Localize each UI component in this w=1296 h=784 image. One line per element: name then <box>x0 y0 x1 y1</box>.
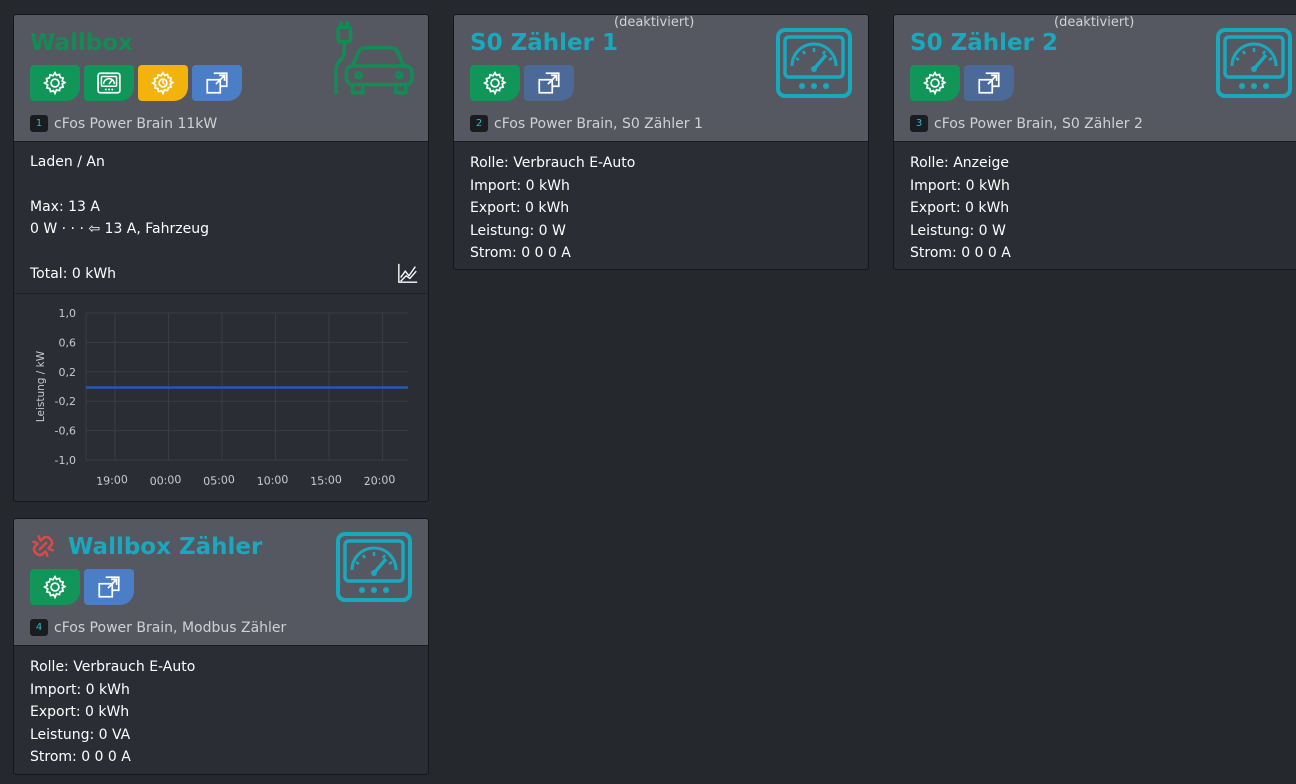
wallbox-card-header: Wallbox 1 cFos Power Brain 11kW <box>14 15 428 142</box>
ev-car-plug-icon <box>334 21 414 95</box>
device-info: 2 cFos Power Brain, S0 Zähler 1 <box>470 115 703 132</box>
y-tick-label: -0,2 <box>55 395 76 408</box>
device-name: cFos Power Brain, S0 Zähler 2 <box>934 115 1143 132</box>
popout-icon <box>204 70 230 96</box>
role: Rolle: Anzeige <box>910 155 1010 171</box>
current: Strom: 0 0 0 A <box>470 245 571 261</box>
role: Rolle: Verbrauch E-Auto <box>30 659 196 675</box>
y-tick-label: 0,6 <box>59 336 77 349</box>
card-title: Wallbox <box>30 30 133 56</box>
gear-icon <box>42 70 68 96</box>
x-tick-label: 19:00 <box>96 473 129 488</box>
deactivated-note: (deaktiviert) <box>1054 15 1135 30</box>
settings-button[interactable] <box>30 65 80 101</box>
charging-rules-button[interactable] <box>138 65 188 101</box>
meter-gauge-icon <box>1216 28 1292 98</box>
device-info: 3 cFos Power Brain, S0 Zähler 2 <box>910 115 1143 132</box>
card-title: S0 Zähler 2 <box>910 30 1058 56</box>
x-tick-label: 10:00 <box>256 473 289 488</box>
current: Strom: 0 0 0 A <box>30 749 131 765</box>
x-tick-label: 15:00 <box>310 473 343 488</box>
y-tick-label: -0,6 <box>55 425 76 438</box>
gear-icon <box>42 574 68 600</box>
popout-icon <box>976 70 1002 96</box>
power: Leistung: 0 VA <box>30 726 131 743</box>
settings-button[interactable] <box>470 65 520 101</box>
wallbox-zaehler-body: Rolle: Verbrauch E-Auto Import: 0 kWh Ex… <box>14 646 428 774</box>
meter-icon <box>97 72 121 94</box>
power-chart: 1,0 0,6 0,2 -0,2 -0,6 -1,0 19:00 00:00 05:00 10:0… <box>14 293 428 501</box>
s0-zaehler-2-header: (deaktiviert) S0 Zähler 2 3 cFos Power B… <box>894 15 1296 142</box>
device-id-badge: 4 <box>30 619 48 636</box>
wallbox-zaehler-button-row <box>30 569 134 605</box>
gear-icon <box>922 70 948 96</box>
wallbox-zaehler-card: Wallbox Zähler 4 cFos Power Brain, Modbu… <box>13 518 429 775</box>
export-energy: Export: 0 kWh <box>30 704 130 720</box>
open-details-button[interactable] <box>192 65 242 101</box>
device-info: 4 cFos Power Brain, Modbus Zähler <box>30 619 286 636</box>
meter-settings-button[interactable] <box>84 65 134 101</box>
total-energy: Total: 0 kWh <box>30 265 117 282</box>
wallbox-zaehler-header: Wallbox Zähler 4 cFos Power Brain, Modbu… <box>14 519 428 646</box>
s0-zaehler-1-card: (deaktiviert) S0 Zähler 1 2 cFos Power B… <box>453 14 869 270</box>
export-energy: Export: 0 kWh <box>470 200 570 216</box>
meter-gauge-icon <box>336 532 412 602</box>
settings-button[interactable] <box>910 65 960 101</box>
import-energy: Import: 0 kWh <box>30 681 130 698</box>
device-id-badge: 1 <box>30 115 48 132</box>
gear-clock-icon <box>150 70 176 96</box>
s0-zaehler-1-body: Rolle: Verbrauch E-Auto Import: 0 kWh Ex… <box>454 142 868 269</box>
card-title: Wallbox Zähler <box>68 534 263 560</box>
s0-zaehler-1-button-row <box>470 65 574 101</box>
s0-zaehler-2-card: (deaktiviert) S0 Zähler 2 3 cFos Power B… <box>893 14 1296 270</box>
import-energy: Import: 0 kWh <box>910 177 1010 194</box>
x-tick-label: 20:00 <box>363 473 396 488</box>
s0-zaehler-1-header: (deaktiviert) S0 Zähler 1 2 cFos Power B… <box>454 15 868 142</box>
card-title: S0 Zähler 1 <box>470 30 618 56</box>
device-info: 1 cFos Power Brain 11kW <box>30 115 217 132</box>
power-chart-svg: 1,0 0,6 0,2 -0,2 -0,6 -1,0 19:00 00:00 05:00 10:0… <box>35 307 408 488</box>
deactivated-note: (deaktiviert) <box>614 15 695 30</box>
open-details-button[interactable] <box>84 569 134 605</box>
meter-gauge-icon <box>776 28 852 98</box>
wallbox-card: Wallbox 1 cFos Power Brain 11kW Laden / … <box>13 14 429 502</box>
import-energy: Import: 0 kWh <box>470 177 570 194</box>
s0-zaehler-2-body: Rolle: Anzeige Import: 0 kWh Export: 0 k… <box>894 142 1296 269</box>
x-tick-label: 00:00 <box>149 473 182 488</box>
device-name: cFos Power Brain, S0 Zähler 1 <box>494 115 703 132</box>
role: Rolle: Verbrauch E-Auto <box>470 155 636 171</box>
y-tick-label: 1,0 <box>59 307 77 320</box>
max-current: Max: 13 A <box>30 198 100 215</box>
popout-icon <box>96 574 122 600</box>
chart-line-icon[interactable] <box>397 262 419 284</box>
charging-status: Laden / An <box>30 154 105 170</box>
wallbox-button-row <box>30 65 242 101</box>
power: Leistung: 0 W <box>910 222 1006 239</box>
device-name: cFos Power Brain 11kW <box>54 115 218 132</box>
export-energy: Export: 0 kWh <box>910 200 1010 216</box>
wallbox-status: Laden / An Max: 13 A 0 W · · · ⇦ 13 A, F… <box>14 142 428 301</box>
s0-zaehler-2-button-row <box>910 65 1014 101</box>
device-id-badge: 3 <box>910 115 928 132</box>
power-current: 0 W · · · ⇦ 13 A, Fahrzeug <box>30 221 209 237</box>
device-id-badge: 2 <box>470 115 488 132</box>
gear-icon <box>482 70 508 96</box>
settings-button[interactable] <box>30 569 80 605</box>
current: Strom: 0 0 0 A <box>910 245 1011 261</box>
power: Leistung: 0 W <box>470 222 566 239</box>
y-axis-label: Leistung / kW <box>35 350 47 422</box>
open-details-button[interactable] <box>524 65 574 101</box>
open-details-button[interactable] <box>964 65 1014 101</box>
device-name: cFos Power Brain, Modbus Zähler <box>54 619 287 636</box>
y-tick-label: -1,0 <box>55 454 76 467</box>
broken-link-icon <box>32 535 54 557</box>
y-tick-label: 0,2 <box>59 366 77 379</box>
x-tick-label: 05:00 <box>203 473 236 488</box>
popout-icon <box>536 70 562 96</box>
